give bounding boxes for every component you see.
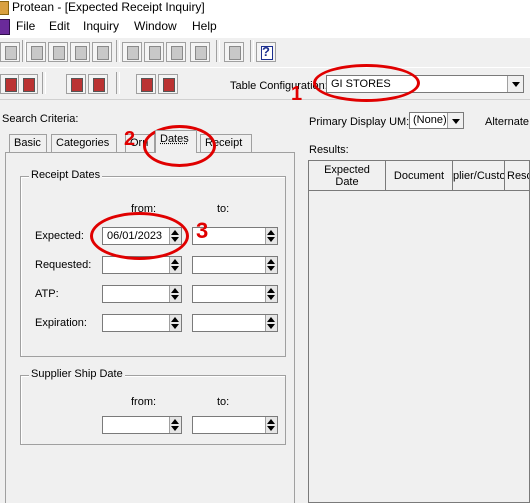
toolbar-separator <box>116 40 120 62</box>
spinner-icon[interactable] <box>265 257 277 273</box>
tab-categories-label: Categories <box>56 137 110 149</box>
toolbar-separator <box>216 40 220 62</box>
menu-inquiry[interactable]: Inquiry <box>83 19 119 33</box>
expected-label: Expected: <box>35 230 84 242</box>
toolbar-separator <box>42 72 46 94</box>
chevron-down-icon[interactable] <box>447 113 463 128</box>
stack-icon[interactable] <box>92 42 112 62</box>
requested-label: Requested: <box>35 259 92 271</box>
copy-icon[interactable] <box>144 42 164 62</box>
paperclip-icon[interactable] <box>190 42 210 62</box>
table-configuration-label: Table Configuration: <box>230 80 328 92</box>
chevron-down-icon[interactable] <box>507 76 523 92</box>
column-header-expected-date[interactable]: Expected Date <box>309 161 386 191</box>
atp-label: ATP: <box>35 288 59 300</box>
primary-display-um-select[interactable]: (None) <box>409 112 464 129</box>
supplier-ship-to-label: to: <box>217 396 230 408</box>
results-grid[interactable]: Expected Date Document plier/Custo Reso <box>308 160 530 503</box>
menu-file[interactable]: File <box>16 19 35 33</box>
spinner-icon[interactable] <box>169 286 181 302</box>
menu-edit[interactable]: Edit <box>49 19 70 33</box>
column-header-supplier-customer-label: plier/Custo <box>453 170 505 182</box>
document-menu-icon[interactable] <box>0 19 10 35</box>
menu-window[interactable]: Window <box>134 19 177 33</box>
column-header-reso-label: Reso <box>507 170 529 182</box>
collapse-columns-icon[interactable] <box>18 74 38 94</box>
window-title: Protean - [Expected Receipt Inquiry] <box>12 0 205 14</box>
spinner-icon[interactable] <box>265 315 277 331</box>
tab-dates-label: Dates <box>160 133 189 145</box>
spinner-icon[interactable] <box>265 228 277 244</box>
menu-bar: File Edit Inquiry Window Help <box>0 16 530 38</box>
receipt-dates-from-label: from: <box>131 203 157 215</box>
save-icon[interactable] <box>70 42 90 62</box>
supplier-ship-date-title: Supplier Ship Date <box>29 368 125 380</box>
column-header-expected-date-label: Expected Date <box>324 164 370 188</box>
open-folder-icon[interactable] <box>48 42 68 62</box>
supplier-ship-date-group: Supplier Ship Date <box>20 368 286 445</box>
tab-basic-label: Basic <box>14 137 41 149</box>
expected-from-input[interactable]: 06/01/2023 <box>102 227 182 245</box>
primary-display-um-value: (None) <box>413 114 447 126</box>
chart-icon[interactable] <box>66 74 86 94</box>
spinner-icon[interactable] <box>169 315 181 331</box>
tab-basic[interactable]: Basic <box>9 134 47 152</box>
cube-icon[interactable] <box>0 42 20 62</box>
help-glyph: ? <box>262 44 270 59</box>
alternate-label: Alternate <box>485 116 530 128</box>
dates-tab-panel: Receipt Dates from: to: Expected: 06/01/… <box>5 152 295 503</box>
tab-dates[interactable]: Dates <box>155 130 197 153</box>
requested-from-input[interactable] <box>102 256 182 274</box>
annotation-number-1: 1 <box>291 83 303 105</box>
spinner-icon[interactable] <box>169 228 181 244</box>
cut-icon[interactable] <box>122 42 142 62</box>
tab-receipt-label: Receipt <box>205 137 243 149</box>
results-label: Results: <box>309 144 349 156</box>
supplier-ship-to-input[interactable] <box>192 416 278 434</box>
spinner-icon[interactable] <box>169 417 181 433</box>
toolbar-separator <box>116 72 120 94</box>
column-header-supplier-customer[interactable]: plier/Custo <box>453 161 505 191</box>
app-icon <box>0 1 9 15</box>
table-configuration-value: GI STORES <box>331 78 391 90</box>
expiration-from-input[interactable] <box>102 314 182 332</box>
expected-from-value: 06/01/2023 <box>107 230 163 242</box>
spinner-icon[interactable] <box>169 257 181 273</box>
spinner-icon[interactable] <box>265 286 277 302</box>
expiration-label: Expiration: <box>35 317 87 329</box>
atp-from-input[interactable] <box>102 285 182 303</box>
binoculars-icon[interactable] <box>136 74 156 94</box>
column-header-reso[interactable]: Reso <box>505 161 529 191</box>
expiration-to-input[interactable] <box>192 314 278 332</box>
toolbar-separator <box>250 40 254 62</box>
truck-icon[interactable] <box>158 74 178 94</box>
table-configuration-select[interactable]: GI STORES <box>326 75 524 93</box>
menu-help[interactable]: Help <box>192 19 217 33</box>
primary-display-um-label: Primary Display UM: <box>309 116 410 128</box>
list-icon[interactable] <box>88 74 108 94</box>
search-criteria-label: Search Criteria: <box>2 113 79 125</box>
requested-to-input[interactable] <box>192 256 278 274</box>
print-icon[interactable] <box>224 42 244 62</box>
help-icon[interactable]: ? <box>256 42 276 62</box>
supplier-ship-from-input[interactable] <box>102 416 182 434</box>
tab-receipt[interactable]: Receipt <box>200 134 252 152</box>
title-bar: Protean - [Expected Receipt Inquiry] <box>0 0 530 16</box>
column-header-document[interactable]: Document <box>386 161 453 191</box>
column-header-document-label: Document <box>393 170 445 182</box>
tab-categories[interactable]: Categories <box>51 134 117 152</box>
atp-to-input[interactable] <box>192 285 278 303</box>
new-document-icon[interactable] <box>26 42 46 62</box>
spinner-icon[interactable] <box>265 417 277 433</box>
annotation-number-2: 2 <box>124 128 136 150</box>
expand-columns-icon[interactable] <box>0 74 20 94</box>
paste-icon[interactable] <box>166 42 186 62</box>
receipt-dates-to-label: to: <box>217 203 230 215</box>
annotation-number-3: 3 <box>196 218 209 243</box>
supplier-ship-from-label: from: <box>131 396 157 408</box>
receipt-dates-title: Receipt Dates <box>29 169 103 181</box>
